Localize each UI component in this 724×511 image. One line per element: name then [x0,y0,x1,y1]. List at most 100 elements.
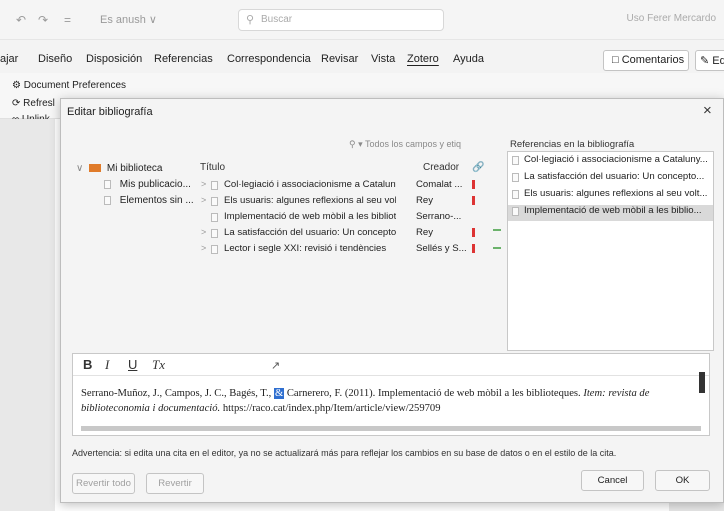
editor-toolbar: B I U Tx ↗ [73,354,709,376]
tree-item-label: Mis publicacio... [119,179,191,190]
tree-item-unfiled[interactable]: Elementos sin ... [104,195,194,206]
citation-text[interactable]: Serrano-Muñoz, J., Campos, J. C., Bagés,… [81,386,693,416]
folder-icon [89,164,102,173]
attachment-column-icon[interactable]: 🔗 [472,162,484,173]
chevron-right-icon: > [201,195,207,205]
italic-button[interactable]: I [105,357,109,373]
pencil-icon: ✎ [700,55,710,67]
pdf-attachment-icon [472,228,475,237]
refresh-button[interactable]: ⟳ Refresl [12,98,55,109]
editing-label: Ed [712,55,724,67]
bibliography-refs-list: Col·legiació i associacionisme a Catalun… [507,151,714,351]
refresh-icon: ⟳ [12,98,21,109]
item-creator: Serrano-... [416,211,462,222]
tab-mailings[interactable]: Correspondencia [227,53,311,65]
title-bar: ↶ ↷ = Es anush ∨ ⚲ Buscar Uso Ferer Merc… [0,0,724,40]
item-creator: Rey [416,195,434,206]
citation-selected-text: & [273,388,285,399]
document-icon [512,190,519,199]
list-item-selected[interactable]: Implementació de web mòbil a les biblio.… [508,205,713,221]
bold-button[interactable]: B [83,357,92,372]
list-item[interactable]: Els usuaris: algunes reflexions al seu v… [508,188,713,204]
undo-icon[interactable]: ↶ [16,13,26,27]
edit-warning: Advertencia: si edita una cita en el edi… [72,448,617,458]
document-icon [211,245,218,254]
document-name[interactable]: Es anush ∨ [100,13,157,26]
item-creator: Sellés y S... [416,243,467,254]
tab-design[interactable]: Diseño [38,53,72,65]
user-name[interactable]: Uso Ferer Mercardo [627,13,716,24]
column-title[interactable]: Título [200,162,225,173]
close-icon[interactable]: × [703,102,712,119]
edit-bibliography-dialog: Editar bibliografía × ⚲ ▾ Todos los camp… [60,98,724,503]
tab-view[interactable]: Vista [371,53,395,65]
item-title: Lector i segle XXI: revisió i tendències [224,243,387,254]
document-icon [211,181,218,190]
column-creator[interactable]: Creador [423,162,459,173]
document-icon [211,197,218,206]
ref-label: Col·legiació i associacionisme a Catalun… [524,154,708,165]
table-row[interactable]: > Els usuaris: algunes reflexions al seu… [198,195,490,211]
mouse-cursor-icon: ↗ [271,360,281,372]
item-title: Col·legiació i associacionisme a Catalun… [224,179,396,190]
gear-icon: ⚙ [12,80,21,91]
chevron-right-icon: > [201,243,207,253]
clear-formatting-button[interactable]: Tx [152,357,165,373]
document-icon [512,156,519,165]
editor-scrollbar[interactable] [699,372,705,393]
cancel-button[interactable]: Cancel [581,470,644,491]
item-title: La satisfacción del usuario: Un concepto… [224,227,396,238]
item-creator: Comalat ... [416,179,463,190]
search-input[interactable]: ⚲ Buscar [238,9,444,31]
ribbon-tabs: ajar Diseño Disposición Referencias Corr… [0,47,724,73]
citation-editor[interactable]: B I U Tx ↗ Serrano-Muñoz, J., Campos, J.… [72,353,710,436]
editing-button[interactable]: ✎ Ed [695,50,724,71]
filter-search[interactable]: ⚲ ▾ Todos los campos y etiq [349,139,487,156]
ok-button[interactable]: OK [655,470,710,491]
tab-layout[interactable]: Disposición [86,53,142,65]
editor-hscrollbar[interactable] [81,426,701,431]
citation-url: https://raco.cat/index.php/Item/article/… [220,403,441,414]
pdf-attachment-icon [472,180,475,189]
comments-button[interactable]: □ Comentarios [603,50,689,71]
citation-authors: Serrano-Muñoz, J., Campos, J. C., Bagés,… [81,388,274,399]
add-to-bibliography-icon[interactable] [493,229,501,231]
document-preferences-button[interactable]: ⚙ Document Preferences [12,80,126,91]
document-icon [512,207,519,216]
table-row[interactable]: > Lector i segle XXI: revisió i tendènci… [198,243,490,259]
item-creator: Rey [416,227,434,238]
chevron-right-icon: > [201,227,207,237]
redo-icon[interactable]: ↷ [38,13,48,27]
list-item[interactable]: La satisfacción del usuario: Un concepto… [508,171,713,187]
search-icon: ⚲ ▾ [349,139,363,149]
filter-placeholder: Todos los campos y etiq [364,139,462,149]
tab-insert[interactable]: ajar [0,53,18,65]
search-placeholder: Buscar [261,14,293,25]
tree-item-my-publications[interactable]: Mis publicacio... [104,179,191,190]
document-icon [512,173,519,182]
customize-icon[interactable]: = [64,13,71,27]
document-icon [211,229,218,238]
revert-button[interactable]: Revertir [146,473,204,494]
pdf-attachment-icon [472,244,475,253]
tab-help[interactable]: Ayuda [453,53,484,65]
comment-icon: □ [612,54,619,66]
tree-item-my-library[interactable]: ∨ Mi biblioteca [76,163,162,174]
chevron-down-icon: ∨ [76,163,84,174]
table-row[interactable]: > Col·legiació i associacionisme a Catal… [198,179,490,195]
document-icon [104,179,111,189]
tree-item-label: Mi biblioteca [106,163,163,174]
tab-review[interactable]: Revisar [321,53,358,65]
remove-from-bibliography-icon[interactable] [493,247,501,249]
chevron-right-icon: > [201,179,207,189]
ref-label: La satisfacción del usuario: Un concepto… [524,171,705,182]
tab-references[interactable]: Referencias [154,53,213,65]
document-icon [211,213,218,222]
item-title: Implementació de web mòbil a les bibliot… [224,211,396,222]
table-row[interactable]: Implementació de web mòbil a les bibliot… [198,211,490,227]
list-item[interactable]: Col·legiació i associacionisme a Catalun… [508,154,713,170]
tab-zotero[interactable]: Zotero [407,53,439,65]
table-row[interactable]: > La satisfacción del usuario: Un concep… [198,227,490,243]
revert-all-button[interactable]: Revertir todo [72,473,135,494]
underline-button[interactable]: U [128,357,137,372]
